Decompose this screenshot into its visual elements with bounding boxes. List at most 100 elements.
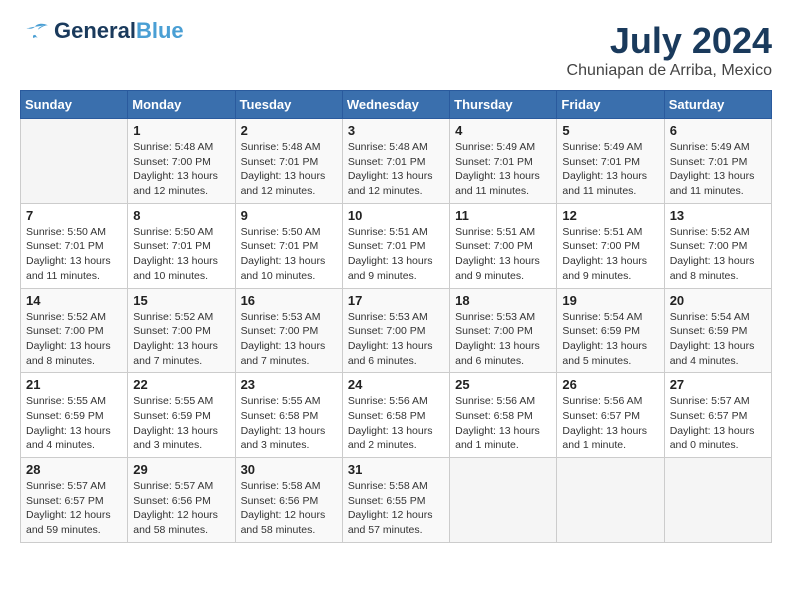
calendar-cell — [450, 458, 557, 543]
day-number: 10 — [348, 208, 444, 223]
day-number: 19 — [562, 293, 658, 308]
day-info: Sunrise: 5:52 AMSunset: 7:00 PMDaylight:… — [670, 225, 766, 284]
calendar-cell: 20 Sunrise: 5:54 AMSunset: 6:59 PMDayligh… — [664, 288, 771, 373]
logo: GeneralBlue — [20, 20, 184, 42]
day-info: Sunrise: 5:48 AMSunset: 7:01 PMDaylight:… — [348, 140, 444, 199]
calendar-cell: 14Sunrise: 5:52 AMSunset: 7:00 PMDayligh… — [21, 288, 128, 373]
calendar-cell: 29 Sunrise: 5:57 AMSunset: 6:56 PMDayligh… — [128, 458, 235, 543]
logo-text: GeneralBlue — [54, 20, 184, 42]
day-info: Sunrise: 5:54 AMSunset: 6:59 PMDaylight:… — [670, 310, 766, 369]
day-number: 20 — [670, 293, 766, 308]
calendar-cell: 23 Sunrise: 5:55 AMSunset: 6:58 PMDayligh… — [235, 373, 342, 458]
day-info: Sunrise: 5:53 AMSunset: 7:00 PMDaylight:… — [455, 310, 551, 369]
day-number: 29 — [133, 462, 229, 477]
day-info: Sunrise: 5:54 AMSunset: 6:59 PMDaylight:… — [562, 310, 658, 369]
day-number: 23 — [241, 377, 337, 392]
calendar-header-sunday: Sunday — [21, 91, 128, 119]
calendar-header-thursday: Thursday — [450, 91, 557, 119]
calendar-cell: 27 Sunrise: 5:57 AMSunset: 6:57 PMDayligh… — [664, 373, 771, 458]
day-info: Sunrise: 5:49 AMSunset: 7:01 PMDaylight:… — [562, 140, 658, 199]
day-info: Sunrise: 5:50 AMSunset: 7:01 PMDaylight:… — [241, 225, 337, 284]
title-block: July 2024 Chuniapan de Arriba, Mexico — [567, 20, 772, 80]
calendar-cell: 2Sunrise: 5:48 AMSunset: 7:01 PMDaylight… — [235, 119, 342, 204]
day-number: 5 — [562, 123, 658, 138]
calendar-header-tuesday: Tuesday — [235, 91, 342, 119]
calendar-cell: 4 Sunrise: 5:49 AMSunset: 7:01 PMDaylight… — [450, 119, 557, 204]
day-info: Sunrise: 5:48 AMSunset: 7:01 PMDaylight:… — [241, 140, 337, 199]
calendar-cell — [664, 458, 771, 543]
day-info: Sunrise: 5:48 AMSunset: 7:00 PMDaylight:… — [133, 140, 229, 199]
day-number: 26 — [562, 377, 658, 392]
calendar-table: SundayMondayTuesdayWednesdayThursdayFrid… — [20, 90, 772, 543]
day-info: Sunrise: 5:50 AMSunset: 7:01 PMDaylight:… — [133, 225, 229, 284]
calendar-cell — [21, 119, 128, 204]
calendar-cell — [557, 458, 664, 543]
day-number: 8 — [133, 208, 229, 223]
day-info: Sunrise: 5:55 AMSunset: 6:59 PMDaylight:… — [133, 394, 229, 453]
day-number: 31 — [348, 462, 444, 477]
calendar-cell: 26Sunrise: 5:56 AMSunset: 6:57 PMDayligh… — [557, 373, 664, 458]
calendar-cell: 25 Sunrise: 5:56 AMSunset: 6:58 PMDayligh… — [450, 373, 557, 458]
day-info: Sunrise: 5:56 AMSunset: 6:58 PMDaylight:… — [455, 394, 551, 453]
calendar-cell: 13 Sunrise: 5:52 AMSunset: 7:00 PMDayligh… — [664, 203, 771, 288]
day-number: 17 — [348, 293, 444, 308]
page-header: GeneralBlue July 2024 Chuniapan de Arrib… — [20, 20, 772, 80]
logo-bird-icon — [20, 21, 50, 41]
day-number: 24 — [348, 377, 444, 392]
day-info: Sunrise: 5:55 AMSunset: 6:58 PMDaylight:… — [241, 394, 337, 453]
day-info: Sunrise: 5:58 AMSunset: 6:55 PMDaylight:… — [348, 479, 444, 538]
day-info: Sunrise: 5:52 AMSunset: 7:00 PMDaylight:… — [133, 310, 229, 369]
calendar-header-saturday: Saturday — [664, 91, 771, 119]
day-number: 14 — [26, 293, 122, 308]
calendar-cell: 24 Sunrise: 5:56 AMSunset: 6:58 PMDayligh… — [342, 373, 449, 458]
day-info: Sunrise: 5:51 AMSunset: 7:00 PMDaylight:… — [562, 225, 658, 284]
day-number: 4 — [455, 123, 551, 138]
day-number: 25 — [455, 377, 551, 392]
calendar-cell: 17Sunrise: 5:53 AMSunset: 7:00 PMDayligh… — [342, 288, 449, 373]
day-number: 12 — [562, 208, 658, 223]
calendar-week-1: 1 Sunrise: 5:48 AMSunset: 7:00 PMDaylight… — [21, 119, 772, 204]
calendar-cell: 12 Sunrise: 5:51 AMSunset: 7:00 PMDayligh… — [557, 203, 664, 288]
day-number: 15 — [133, 293, 229, 308]
calendar-cell: 10 Sunrise: 5:51 AMSunset: 7:01 PMDayligh… — [342, 203, 449, 288]
calendar-header-friday: Friday — [557, 91, 664, 119]
day-number: 3 — [348, 123, 444, 138]
day-info: Sunrise: 5:49 AMSunset: 7:01 PMDaylight:… — [455, 140, 551, 199]
calendar-cell: 6Sunrise: 5:49 AMSunset: 7:01 PMDaylight… — [664, 119, 771, 204]
day-info: Sunrise: 5:49 AMSunset: 7:01 PMDaylight:… — [670, 140, 766, 199]
calendar-cell: 30Sunrise: 5:58 AMSunset: 6:56 PMDayligh… — [235, 458, 342, 543]
calendar-cell: 3 Sunrise: 5:48 AMSunset: 7:01 PMDaylight… — [342, 119, 449, 204]
calendar-cell: 8 Sunrise: 5:50 AMSunset: 7:01 PMDaylight… — [128, 203, 235, 288]
day-info: Sunrise: 5:57 AMSunset: 6:57 PMDaylight:… — [26, 479, 122, 538]
day-number: 22 — [133, 377, 229, 392]
day-info: Sunrise: 5:50 AMSunset: 7:01 PMDaylight:… — [26, 225, 122, 284]
day-number: 21 — [26, 377, 122, 392]
calendar-week-5: 28Sunrise: 5:57 AMSunset: 6:57 PMDayligh… — [21, 458, 772, 543]
day-info: Sunrise: 5:56 AMSunset: 6:58 PMDaylight:… — [348, 394, 444, 453]
subtitle: Chuniapan de Arriba, Mexico — [567, 62, 772, 80]
day-number: 9 — [241, 208, 337, 223]
day-info: Sunrise: 5:53 AMSunset: 7:00 PMDaylight:… — [241, 310, 337, 369]
calendar-cell: 7 Sunrise: 5:50 AMSunset: 7:01 PMDaylight… — [21, 203, 128, 288]
calendar-cell: 18 Sunrise: 5:53 AMSunset: 7:00 PMDayligh… — [450, 288, 557, 373]
calendar-cell: 31 Sunrise: 5:58 AMSunset: 6:55 PMDayligh… — [342, 458, 449, 543]
day-number: 18 — [455, 293, 551, 308]
calendar-week-2: 7 Sunrise: 5:50 AMSunset: 7:01 PMDaylight… — [21, 203, 772, 288]
day-number: 13 — [670, 208, 766, 223]
calendar-cell: 19 Sunrise: 5:54 AMSunset: 6:59 PMDayligh… — [557, 288, 664, 373]
day-info: Sunrise: 5:58 AMSunset: 6:56 PMDaylight:… — [241, 479, 337, 538]
day-info: Sunrise: 5:57 AMSunset: 6:56 PMDaylight:… — [133, 479, 229, 538]
day-info: Sunrise: 5:57 AMSunset: 6:57 PMDaylight:… — [670, 394, 766, 453]
day-info: Sunrise: 5:51 AMSunset: 7:01 PMDaylight:… — [348, 225, 444, 284]
day-number: 11 — [455, 208, 551, 223]
calendar-cell: 21Sunrise: 5:55 AMSunset: 6:59 PMDayligh… — [21, 373, 128, 458]
main-title: July 2024 — [567, 20, 772, 62]
calendar-cell: 22 Sunrise: 5:55 AMSunset: 6:59 PMDayligh… — [128, 373, 235, 458]
calendar-week-3: 14 Sunrise: 5:52 AMSunset: 7:00 PMDayligh… — [21, 288, 772, 373]
calendar-header-row: SundayMondayTuesdayWednesdayThursdayFrid… — [21, 91, 772, 119]
day-number: 7 — [26, 208, 122, 223]
day-number: 27 — [670, 377, 766, 392]
day-number: 1 — [133, 123, 229, 138]
calendar-header-monday: Monday — [128, 91, 235, 119]
day-number: 16 — [241, 293, 337, 308]
